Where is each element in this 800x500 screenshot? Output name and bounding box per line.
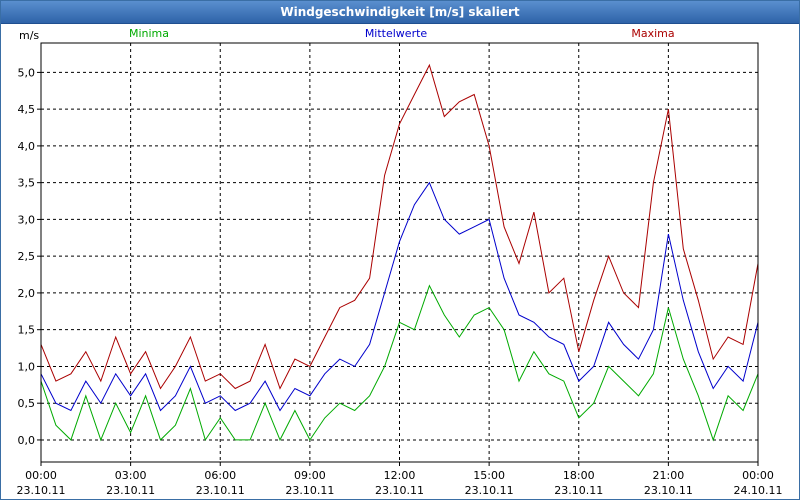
x-tick-time-label: 09:00 xyxy=(294,469,326,482)
chart-window: Windgeschwindigkeit [m/s] skaliert m/s 0,… xyxy=(0,0,800,500)
y-tick-label: 3,0 xyxy=(18,213,36,226)
x-tick-time-label: 03:00 xyxy=(115,469,147,482)
legend-maxima: Maxima xyxy=(631,27,674,40)
x-tick-date-label: 23.10.11 xyxy=(17,484,66,497)
legend-mittelwerte: Mittelwerte xyxy=(365,27,428,40)
y-tick-label: 4,5 xyxy=(18,103,36,116)
x-tick-date-label: 23.10.11 xyxy=(644,484,693,497)
y-axis: m/s 0,0 0,5 1,0 1,5 2,0 2,5 3,0 3,5 4,0 4,5 5,0 xyxy=(18,29,41,447)
legend: Minima Mittelwerte Maxima xyxy=(129,27,675,40)
x-tick-date-label: 23.10.11 xyxy=(106,484,155,497)
y-tick-label: 0,5 xyxy=(18,397,36,410)
y-tick-label: 1,5 xyxy=(18,324,36,337)
x-tick-date-label: 23.10.11 xyxy=(285,484,334,497)
legend-minima: Minima xyxy=(129,27,169,40)
x-tick-time-label: 06:00 xyxy=(204,469,236,482)
x-tick-time-label: 12:00 xyxy=(384,469,416,482)
grid xyxy=(41,43,758,462)
x-axis: 00:00 23.10.11 03:00 23.10.11 06:00 23.10.11 0… xyxy=(17,462,783,497)
x-tick-time-label: 21:00 xyxy=(653,469,685,482)
wind-speed-chart: m/s 0,0 0,5 1,0 1,5 2,0 2,5 3,0 3,5 4,0 4,5 5,0 00:… xyxy=(17,27,783,497)
x-tick-time-label: 00:00 xyxy=(25,469,57,482)
y-tick-label: 2,5 xyxy=(18,250,36,263)
x-tick-date-label: 23.10.11 xyxy=(554,484,603,497)
x-tick-time-label: 00:00 xyxy=(742,469,774,482)
x-tick-time-label: 18:00 xyxy=(563,469,595,482)
x-tick-date-label: 23.10.11 xyxy=(465,484,514,497)
x-tick-time-label: 15:00 xyxy=(473,469,505,482)
x-tick-date-label: 23.10.11 xyxy=(196,484,245,497)
x-tick-date-label: 24.10.11 xyxy=(734,484,783,497)
y-tick-label: 5,0 xyxy=(18,66,36,79)
y-tick-label: 0,0 xyxy=(18,434,36,447)
x-tick-date-label: 23.10.11 xyxy=(375,484,424,497)
y-axis-label: m/s xyxy=(19,29,39,42)
y-tick-label: 4,0 xyxy=(18,140,36,153)
chart-title: Windgeschwindigkeit [m/s] skaliert xyxy=(1,1,799,24)
y-tick-label: 2,0 xyxy=(18,287,36,300)
y-tick-label: 1,0 xyxy=(18,360,36,373)
y-tick-label: 3,5 xyxy=(18,177,36,190)
